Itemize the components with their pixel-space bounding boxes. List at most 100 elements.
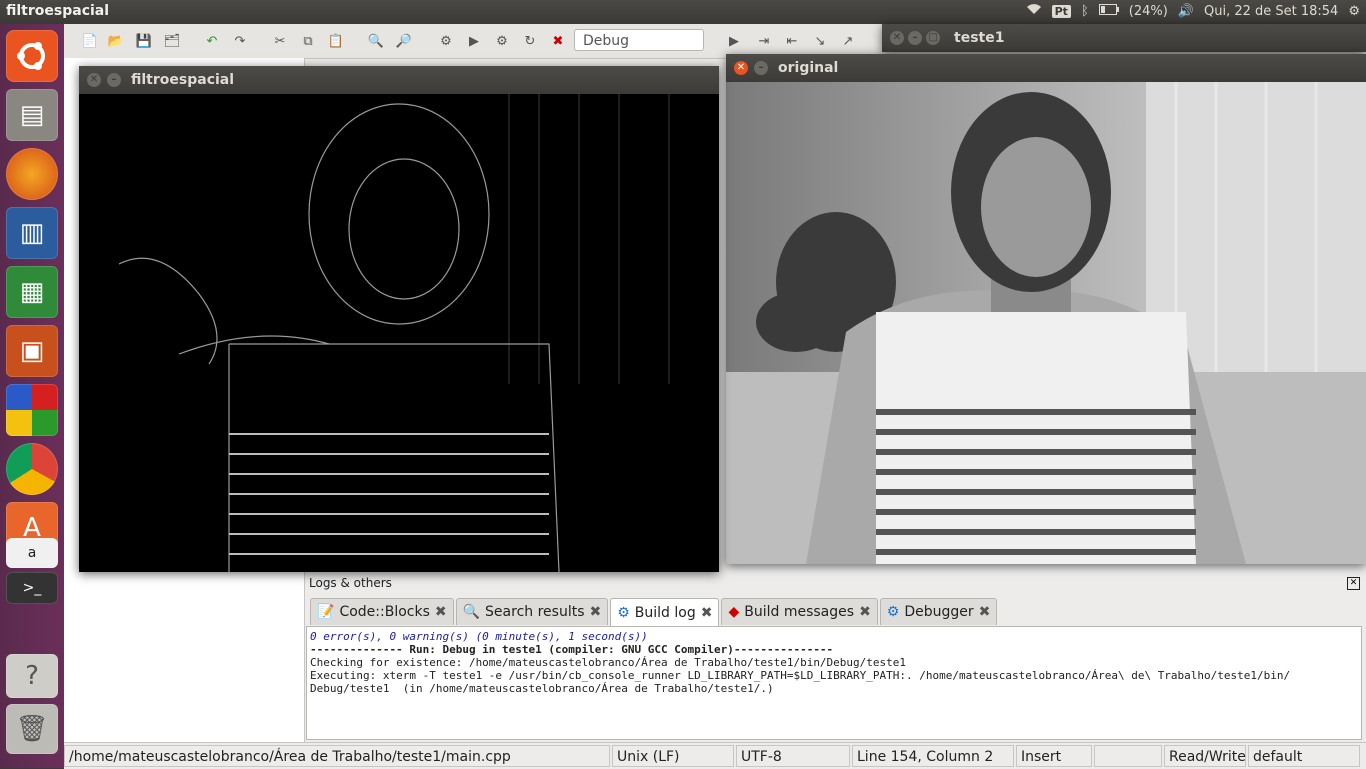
grayscale-webcam-image bbox=[726, 82, 1366, 564]
window-title: filtroespacial bbox=[131, 72, 235, 88]
log-line: -------------- Run: Debug in teste1 (com… bbox=[310, 643, 834, 656]
close-tab-icon[interactable]: ✖ bbox=[435, 604, 447, 620]
save-icon[interactable]: 💾 bbox=[134, 31, 154, 51]
teste1-window[interactable]: ✕ – □ teste1 bbox=[882, 24, 1366, 52]
edge-filtered-frame bbox=[79, 94, 719, 572]
status-read-write: Read/Write bbox=[1164, 745, 1246, 767]
launcher: ▤ ▥ ▦ ▣ A a >_ ? 🗑 bbox=[0, 24, 65, 768]
new-file-icon[interactable]: 📄 bbox=[80, 31, 100, 51]
firefox-icon[interactable] bbox=[6, 148, 58, 200]
logs-tabs: 📝 Code::Blocks ✖ 🔍 Search results ✖ ⚙ Build l… bbox=[310, 598, 998, 627]
log-line: Checking for existence: /home/mateuscast… bbox=[310, 656, 907, 669]
original-camera-frame bbox=[726, 82, 1366, 564]
indicator-area: Pt ᛒ (24%) 🔊 Qui, 22 de Set 18:54 ⚙ bbox=[1026, 3, 1360, 19]
log-line: 0 error(s), 0 warning(s) (0 minute(s), 1… bbox=[310, 630, 648, 643]
help-icon[interactable]: ? bbox=[6, 654, 58, 698]
status-bar: /home/mateuscastelobranco/Área de Trabal… bbox=[64, 742, 1366, 769]
gear-icon: ⚙ bbox=[886, 604, 900, 620]
close-tab-icon[interactable]: ✖ bbox=[979, 604, 991, 620]
gear-icon: ⚙ bbox=[617, 605, 630, 621]
cut-icon[interactable]: ✂ bbox=[270, 31, 290, 51]
close-icon[interactable]: ✕ bbox=[87, 73, 101, 87]
ubuntu-logo-icon[interactable] bbox=[6, 30, 58, 82]
close-logs-icon[interactable]: ✕ bbox=[1347, 577, 1360, 590]
log-line: Executing: xterm -T teste1 -e /usr/bin/c… bbox=[310, 669, 1291, 682]
files-icon[interactable]: ▤ bbox=[6, 89, 58, 141]
filtroespacial-window[interactable]: ✕ – filtroespacial bbox=[79, 66, 719, 572]
save-all-icon[interactable]: 🗂 bbox=[162, 31, 182, 51]
note-icon: 📝 bbox=[317, 604, 335, 620]
top-panel: filtroespacial Pt ᛒ (24%) 🔊 Qui, 22 de S… bbox=[0, 0, 1366, 24]
amazon-icon[interactable]: a bbox=[6, 538, 58, 568]
close-icon[interactable]: ✕ bbox=[890, 31, 904, 45]
active-app-title: filtroespacial bbox=[6, 3, 110, 19]
maximize-icon[interactable]: □ bbox=[926, 31, 940, 45]
open-file-icon[interactable]: 📂 bbox=[106, 31, 126, 51]
build-icon[interactable]: ⚙ bbox=[436, 31, 456, 51]
build-log-text[interactable]: 0 error(s), 0 warning(s) (0 minute(s), 1… bbox=[306, 626, 1362, 740]
log-line: Debug/teste1 (in /home/mateuscastelobran… bbox=[310, 682, 774, 695]
window-title: original bbox=[778, 60, 839, 76]
close-tab-icon[interactable]: ✖ bbox=[859, 604, 871, 620]
build-run-icon[interactable]: ⚙ bbox=[492, 31, 512, 51]
logs-panel: Logs & others ✕ 📝 Code::Blocks ✖ 🔍 Search r… bbox=[306, 574, 1366, 742]
original-window[interactable]: ✕ – original bbox=[726, 54, 1366, 564]
bluetooth-icon[interactable]: ᛒ bbox=[1081, 4, 1089, 19]
status-encoding: UTF-8 bbox=[736, 745, 850, 767]
tab-build-messages[interactable]: ◆ Build messages ✖ bbox=[721, 598, 878, 625]
writer-icon[interactable]: ▥ bbox=[6, 207, 58, 259]
keyboard-layout-indicator[interactable]: Pt bbox=[1051, 4, 1071, 18]
debug-stepout-icon[interactable]: ↗ bbox=[838, 31, 858, 51]
undo-icon[interactable]: ↶ bbox=[202, 31, 222, 51]
status-cursor-position: Line 154, Column 2 bbox=[852, 745, 1014, 767]
codeblocks-icon[interactable] bbox=[6, 384, 58, 436]
status-eol: Unix (LF) bbox=[612, 745, 734, 767]
status-file-path: /home/mateuscastelobranco/Área de Trabal… bbox=[64, 745, 610, 767]
close-tab-icon[interactable]: ✖ bbox=[590, 604, 602, 620]
debug-stepin-icon[interactable]: ↘ bbox=[810, 31, 830, 51]
tab-codeblocks[interactable]: 📝 Code::Blocks ✖ bbox=[310, 598, 454, 625]
tab-debugger[interactable]: ⚙ Debugger ✖ bbox=[879, 598, 998, 625]
debug-step-icon[interactable]: ⇥ bbox=[754, 31, 774, 51]
minimize-icon[interactable]: – bbox=[908, 31, 922, 45]
volume-icon[interactable]: 🔊 bbox=[1178, 4, 1194, 19]
find-icon[interactable]: 🔍 bbox=[366, 31, 386, 51]
redo-icon[interactable]: ↷ bbox=[230, 31, 250, 51]
status-profile: default bbox=[1248, 745, 1360, 767]
teste1-titlebar[interactable]: ✕ – □ teste1 bbox=[882, 24, 1366, 52]
wifi-icon[interactable] bbox=[1026, 3, 1042, 19]
status-empty bbox=[1094, 745, 1162, 767]
copy-icon[interactable]: ⧉ bbox=[298, 31, 318, 51]
abort-icon[interactable]: ✖ bbox=[548, 31, 568, 51]
build-target-select[interactable]: Debug bbox=[574, 29, 704, 51]
replace-icon[interactable]: 🔎 bbox=[394, 31, 414, 51]
terminal-icon[interactable]: >_ bbox=[6, 572, 58, 604]
battery-percent: (24%) bbox=[1128, 3, 1168, 19]
minimize-icon[interactable]: – bbox=[754, 61, 768, 75]
run-icon[interactable]: ▶ bbox=[464, 31, 484, 51]
clock[interactable]: Qui, 22 de Set 18:54 bbox=[1204, 4, 1338, 19]
battery-icon[interactable] bbox=[1098, 3, 1119, 19]
rebuild-icon[interactable]: ↻ bbox=[520, 31, 540, 51]
debug-run-icon[interactable]: ▶ bbox=[724, 31, 744, 51]
calc-icon[interactable]: ▦ bbox=[6, 266, 58, 318]
tab-search-results[interactable]: 🔍 Search results ✖ bbox=[455, 598, 609, 625]
settings-gear-icon[interactable]: ⚙ bbox=[1348, 4, 1360, 19]
original-titlebar[interactable]: ✕ – original bbox=[726, 54, 1366, 82]
chrome-icon[interactable] bbox=[6, 443, 58, 495]
impress-icon[interactable]: ▣ bbox=[6, 325, 58, 377]
pin-icon: ◆ bbox=[728, 604, 740, 620]
edge-detection-image bbox=[79, 94, 719, 572]
debug-next-icon[interactable]: ⇤ bbox=[782, 31, 802, 51]
filtroespacial-titlebar[interactable]: ✕ – filtroespacial bbox=[79, 66, 719, 94]
trash-icon[interactable]: 🗑 bbox=[6, 704, 58, 754]
paste-icon[interactable]: 📋 bbox=[326, 31, 346, 51]
search-icon: 🔍 bbox=[462, 604, 481, 620]
close-tab-icon[interactable]: ✖ bbox=[701, 605, 713, 621]
tab-build-log[interactable]: ⚙ Build log ✖ bbox=[610, 598, 720, 627]
close-icon[interactable]: ✕ bbox=[734, 61, 748, 75]
minimize-icon[interactable]: – bbox=[107, 73, 121, 87]
window-title: teste1 bbox=[954, 30, 1005, 46]
logs-header: Logs & others bbox=[309, 576, 392, 590]
status-insert-mode: Insert bbox=[1016, 745, 1092, 767]
